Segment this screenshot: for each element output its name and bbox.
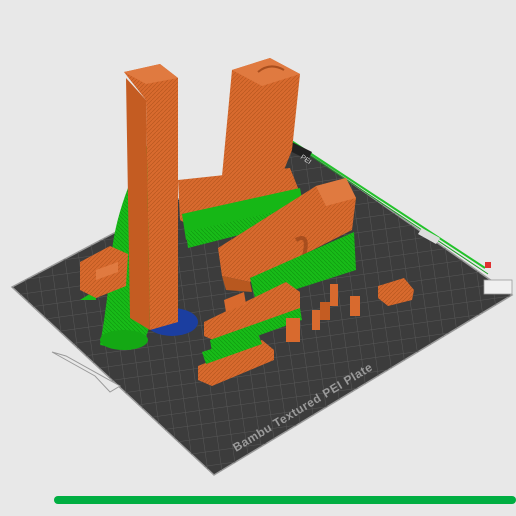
3d-viewport[interactable]: Bambu Textured PEI Plate PEI bbox=[0, 0, 516, 516]
part-pillar-left[interactable] bbox=[124, 64, 178, 330]
plate-corner-marker bbox=[483, 279, 513, 295]
slicing-progress-fill bbox=[54, 496, 516, 504]
slicing-progress-bar bbox=[54, 496, 516, 504]
